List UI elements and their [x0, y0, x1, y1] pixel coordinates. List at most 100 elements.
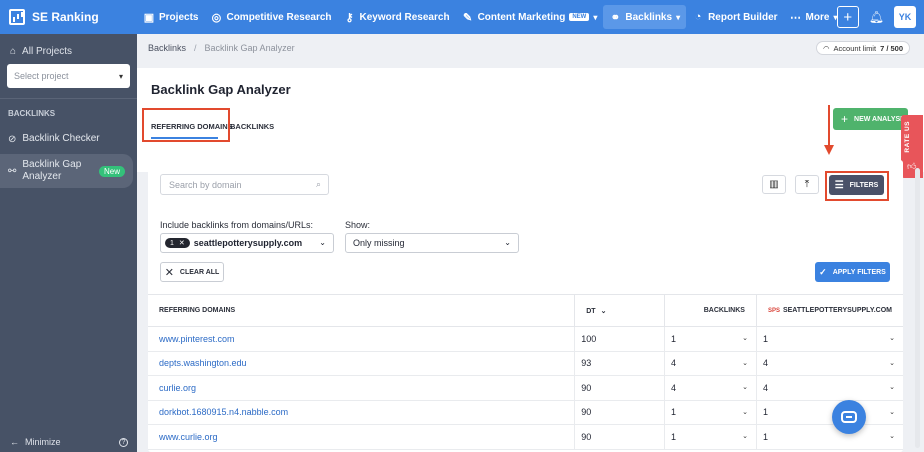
site-backlinks-dropdown[interactable]: 1 ⌄: [756, 424, 903, 450]
show-select[interactable]: Only missing ⌄: [345, 233, 519, 253]
link-icon: ⚭: [610, 11, 620, 24]
brand[interactable]: SE Ranking: [0, 0, 137, 34]
nav-label: Report Builder: [708, 11, 778, 23]
domain-link[interactable]: www.pinterest.com: [148, 326, 576, 352]
table-row: www.pinterest.com 100 1 ⌄ 1 ⌄: [148, 326, 903, 352]
nav-projects[interactable]: ▣ Projects: [137, 5, 204, 29]
nav-keyword-research[interactable]: ⚷ Keyword Research: [338, 5, 456, 29]
chip-count: 1: [170, 239, 174, 247]
dots-icon: ⋯: [790, 11, 802, 24]
new-analysis-button[interactable]: + NEW ANALYSIS: [833, 108, 908, 130]
arrow-shaft: [828, 105, 830, 147]
dt-value: 90: [574, 375, 666, 401]
header-dt[interactable]: DT ⌄: [574, 294, 666, 327]
scrollbar[interactable]: [915, 168, 920, 448]
selected-count-chip[interactable]: 1 ✕: [165, 238, 190, 248]
backlinks-dropdown[interactable]: 4 ⌄: [664, 375, 757, 401]
header-site-label: SEATTLEPOTTERYSUPPLY.COM: [782, 307, 892, 314]
clear-all-button[interactable]: ✕ CLEAR ALL: [160, 262, 224, 282]
domain-link[interactable]: www.curlie.org: [148, 424, 576, 450]
apply-filters-button[interactable]: ✓ APPLY FILTERS: [815, 262, 890, 282]
nav-label: Backlinks: [625, 11, 673, 23]
avatar[interactable]: YK: [894, 6, 916, 28]
site-value: 1: [762, 431, 768, 442]
backlinks-dropdown[interactable]: 1 ⌄: [664, 424, 757, 450]
sidebar-item-backlink-gap-analyzer[interactable]: ⚯ Backlink Gap Analyzer New: [0, 154, 133, 188]
project-select[interactable]: Select project ▾: [7, 64, 130, 88]
arrow-head: [824, 145, 834, 155]
table-row: www.curlie.org 90 1 ⌄ 1 ⌄: [148, 424, 903, 450]
chevron-down-icon: ⌄: [889, 335, 895, 342]
show-value: Only missing: [353, 238, 405, 248]
nav-competitive-research[interactable]: ◎ Competitive Research: [204, 5, 337, 29]
top-right-actions: + 🔔︎ YK: [836, 6, 916, 28]
minimize-button[interactable]: ← Minimize ?: [10, 437, 128, 447]
backlinks-dropdown[interactable]: 4 ⌄: [664, 351, 757, 376]
domain-link[interactable]: depts.washington.edu: [148, 351, 576, 376]
chevron-down-icon: ▾: [593, 12, 598, 22]
domain-link[interactable]: curlie.org: [148, 375, 576, 401]
all-projects-label: All Projects: [22, 46, 73, 57]
account-limit-label: Account limit: [833, 43, 877, 53]
nav-more[interactable]: ⋯ More ▾: [784, 5, 844, 29]
breadcrumb-current: Backlink Gap Analyzer: [204, 43, 295, 53]
dt-value: 90: [574, 424, 666, 450]
site-backlinks-dropdown[interactable]: 1 ⌄: [756, 400, 903, 425]
account-limit[interactable]: ◠ Account limit 7 / 500: [816, 41, 910, 55]
help-icon[interactable]: ?: [119, 437, 128, 447]
columns-button[interactable]: ▥: [762, 175, 786, 194]
nav-content-marketing[interactable]: ✎ Content Marketing NEW ▾: [456, 5, 604, 29]
search-input[interactable]: Search by domain ⌕: [160, 174, 329, 195]
table-header-row: REFERRING DOMAINS DT ⌄ BACKLINKS SPS SEATT…: [148, 294, 903, 327]
annotation-arrow: [824, 105, 834, 157]
sidebar-item-backlink-checker[interactable]: ⊘ Backlink Checker: [0, 130, 137, 148]
nav-label: Competitive Research: [226, 11, 332, 23]
sort-down-icon[interactable]: ⌄: [601, 308, 607, 315]
export-button[interactable]: ⤒: [795, 175, 819, 194]
backlinks-value: 4: [671, 382, 677, 393]
header-referring-domains: REFERRING DOMAINS: [148, 294, 576, 327]
upload-icon: ⤒: [804, 179, 810, 190]
apply-filters-label: APPLY FILTERS: [832, 268, 886, 276]
site-backlinks-dropdown[interactable]: 4 ⌄: [756, 351, 903, 376]
clear-all-label: CLEAR ALL: [179, 268, 220, 276]
check-icon: ✓: [819, 266, 827, 277]
header-dt-label: DT: [586, 307, 596, 315]
backlinks-dropdown[interactable]: 1 ⌄: [664, 400, 757, 425]
bell-icon[interactable]: 🔔︎: [869, 10, 884, 24]
chevron-down-icon: ⌄: [889, 359, 895, 367]
highlight-box-filters: [825, 171, 889, 201]
domain-link[interactable]: dorkbot.1680915.n4.nabble.com: [148, 400, 576, 425]
tab-backlinks[interactable]: BACKLINKS: [230, 122, 274, 131]
table-row: curlie.org 90 4 ⌄ 4 ⌄: [148, 375, 903, 401]
chevron-down-icon: ⌄: [889, 384, 895, 391]
project-select-placeholder: Select project: [14, 71, 69, 81]
nav-label: Keyword Research: [359, 11, 450, 23]
backlinks-value: 4: [671, 358, 677, 369]
columns-icon: ▥: [769, 179, 779, 190]
include-domains-select[interactable]: 1 ✕ seattlepotterysupply.com ⌄: [160, 233, 334, 253]
top-navigation-bar: SE Ranking ▣ Projects ◎ Competitive Rese…: [0, 0, 924, 34]
all-projects-link[interactable]: ⌂ All Projects: [0, 34, 137, 57]
close-icon[interactable]: ✕: [179, 239, 185, 247]
page-title: Backlink Gap Analyzer: [151, 82, 291, 97]
nav-report-builder[interactable]: ◔ Report Builder: [686, 5, 783, 29]
add-button[interactable]: +: [836, 6, 859, 28]
nav-backlinks[interactable]: ⚭ Backlinks ▾: [603, 5, 687, 29]
edit-icon: ✎: [462, 11, 473, 24]
key-icon: ⚷: [345, 11, 354, 24]
chevron-down-icon: ⌄: [742, 408, 748, 416]
chevron-down-icon: ⌄: [742, 335, 748, 342]
breadcrumb-root[interactable]: Backlinks: [148, 43, 186, 53]
chevron-down-icon: ⌄: [742, 384, 748, 391]
backlinks-dropdown[interactable]: 1 ⌄: [664, 326, 757, 352]
nav-label: More: [805, 11, 830, 23]
site-backlinks-dropdown[interactable]: 1 ⌄: [756, 326, 903, 352]
site-value: 1: [762, 407, 768, 418]
header-backlinks: BACKLINKS: [664, 294, 757, 327]
new-analysis-label: NEW ANALYSIS: [854, 115, 907, 123]
site-value: 1: [762, 333, 768, 344]
backlinks-value: 1: [671, 407, 677, 418]
chat-button[interactable]: [832, 400, 866, 434]
site-backlinks-dropdown[interactable]: 4 ⌄: [756, 375, 903, 401]
